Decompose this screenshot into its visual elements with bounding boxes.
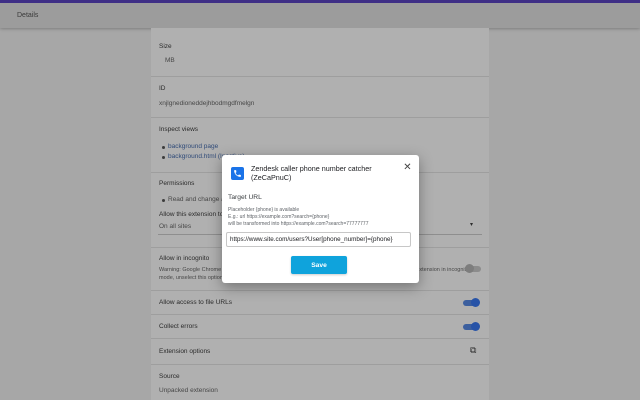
help-text: Placeholder {phone} is available <box>228 207 300 213</box>
save-button[interactable]: Save <box>291 256 347 274</box>
phone-icon <box>231 167 244 180</box>
help-text: will be transformed into https://example… <box>228 221 369 227</box>
dialog-title: Zendesk caller phone number catcher (ZeC… <box>251 164 372 182</box>
help-text: E.g.: url https://example.com?search={ph… <box>228 214 330 220</box>
options-dialog: Zendesk caller phone number catcher (ZeC… <box>222 155 419 283</box>
target-url-label: Target URL <box>228 194 262 201</box>
close-icon[interactable]: ✕ <box>402 162 413 173</box>
target-url-input[interactable] <box>226 232 411 247</box>
